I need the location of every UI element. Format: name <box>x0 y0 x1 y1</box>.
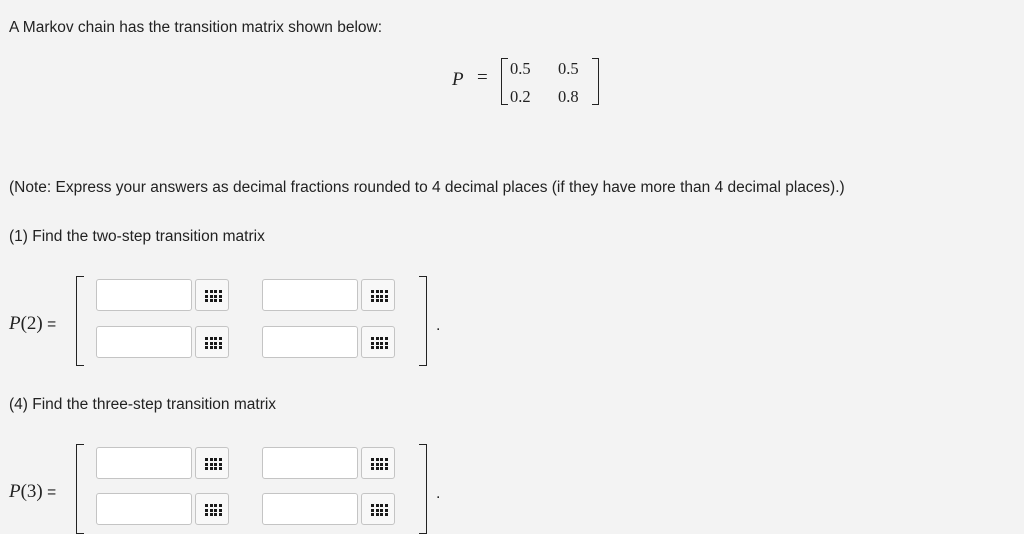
p2-keypad-r2c2[interactable] <box>361 326 395 358</box>
answer-matrix-label-p3: P(3) = <box>9 481 56 503</box>
question-1-prompt: (1) Find the two-step transition matrix <box>9 228 265 245</box>
given-matrix-equals: = <box>477 67 488 88</box>
keypad-icon <box>371 290 388 302</box>
p2-input-r2c1[interactable] <box>96 326 192 358</box>
p3-input-r2c2[interactable] <box>262 493 358 525</box>
keypad-icon <box>205 458 222 470</box>
given-matrix-label: P <box>452 69 464 90</box>
p2-keypad-r2c1[interactable] <box>195 326 229 358</box>
p3-keypad-r2c2[interactable] <box>361 493 395 525</box>
answer-matrix-right-bracket <box>419 444 427 534</box>
p3-input-r1c2[interactable] <box>262 447 358 479</box>
keypad-icon <box>205 337 222 349</box>
intro-text: A Markov chain has the transition matrix… <box>9 19 383 36</box>
p2-keypad-r1c2[interactable] <box>361 279 395 311</box>
answer-matrix-period: . <box>436 485 441 502</box>
matrix-label-name: P <box>9 481 21 502</box>
given-matrix-left-bracket <box>501 58 508 105</box>
answer-matrix-period: . <box>436 317 441 334</box>
given-matrix-cell: 0.5 <box>558 59 579 78</box>
answer-matrix-left-bracket <box>76 444 84 534</box>
keypad-icon <box>205 290 222 302</box>
note-text: (Note: Express your answers as decimal f… <box>9 179 845 196</box>
given-matrix: P = 0.5 0.5 0.2 0.8 <box>452 56 612 108</box>
p3-keypad-r1c2[interactable] <box>361 447 395 479</box>
matrix-label-arg: (3) <box>20 481 43 502</box>
given-matrix-right-bracket <box>592 58 599 105</box>
question-4-prompt: (4) Find the three-step transition matri… <box>9 396 277 413</box>
answer-matrix-left-bracket <box>76 276 84 366</box>
matrix-label-equals: = <box>42 316 57 333</box>
p2-keypad-r1c1[interactable] <box>195 279 229 311</box>
answer-matrix-label-p2: P(2) = <box>9 313 56 335</box>
p2-input-r2c2[interactable] <box>262 326 358 358</box>
keypad-icon <box>371 337 388 349</box>
p3-keypad-r2c1[interactable] <box>195 493 229 525</box>
p3-input-r1c1[interactable] <box>96 447 192 479</box>
p3-input-r2c1[interactable] <box>96 493 192 525</box>
p3-keypad-r1c1[interactable] <box>195 447 229 479</box>
answer-matrix-right-bracket <box>419 276 427 366</box>
p2-input-r1c1[interactable] <box>96 279 192 311</box>
matrix-label-name: P <box>9 313 21 334</box>
given-matrix-cell: 0.8 <box>558 87 579 106</box>
given-matrix-cell: 0.2 <box>510 87 531 106</box>
matrix-label-equals: = <box>42 484 57 501</box>
keypad-icon <box>205 504 222 516</box>
given-matrix-cell: 0.5 <box>510 59 531 78</box>
keypad-icon <box>371 458 388 470</box>
keypad-icon <box>371 504 388 516</box>
matrix-label-arg: (2) <box>20 313 43 334</box>
p2-input-r1c2[interactable] <box>262 279 358 311</box>
